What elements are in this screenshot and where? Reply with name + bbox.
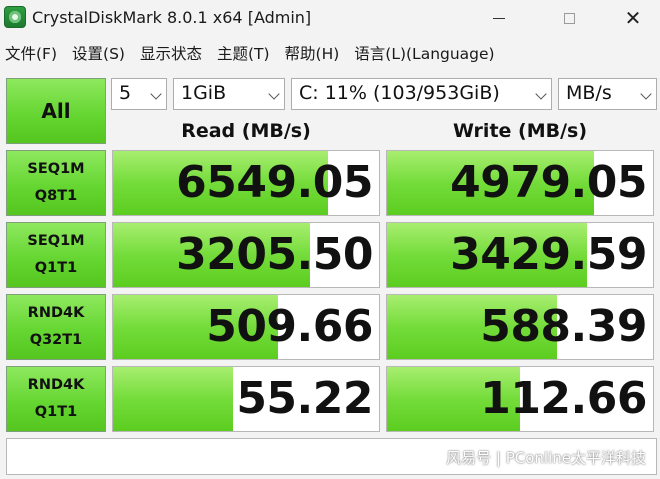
write-result-cell: 4979.05: [386, 150, 654, 216]
chevron-down-icon: [268, 88, 280, 100]
test-params: Q1T1: [34, 260, 78, 276]
write-value: 588.39: [480, 301, 647, 352]
test-name: SEQ1M: [27, 233, 85, 249]
test-count-select[interactable]: 5: [111, 78, 167, 110]
read-header: Read (MB/s): [181, 120, 311, 142]
minimize-icon: [493, 17, 505, 19]
test-count-value: 5: [119, 82, 132, 104]
minimize-button[interactable]: [476, 0, 522, 36]
menu-language[interactable]: 语言(L)(Language): [349, 37, 504, 67]
menu-bar: 文件(F) 设置(S) 显示状态 主题(T) 帮助(H) 语言(L)(Langu…: [0, 37, 660, 67]
test-size-value: 1GiB: [181, 82, 227, 104]
write-value: 4979.05: [450, 157, 647, 208]
read-result-cell: 55.22: [112, 366, 380, 432]
crystaldiskmark-icon: [4, 6, 26, 28]
read-result-cell: 6549.05: [112, 150, 380, 216]
test-params: Q1T1: [34, 404, 78, 420]
drive-select[interactable]: C: 11% (103/953GiB): [291, 78, 552, 110]
chevron-down-icon: [640, 88, 652, 100]
read-result-cell: 509.66: [112, 294, 380, 360]
read-value: 6549.05: [176, 157, 373, 208]
chevron-down-icon: [535, 88, 547, 100]
close-button[interactable]: ✕: [610, 0, 656, 36]
menu-display-status[interactable]: 显示状态: [135, 37, 212, 67]
write-result-cell: 3429.59: [386, 222, 654, 288]
test-size-select[interactable]: 1GiB: [173, 78, 285, 110]
title-bar: CrystalDiskMark 8.0.1 x64 [Admin] ✕: [0, 0, 660, 36]
drive-value: C: 11% (103/953GiB): [299, 82, 500, 104]
all-button[interactable]: All: [6, 78, 106, 144]
write-value: 3429.59: [450, 229, 647, 280]
test-params: Q8T1: [34, 188, 78, 204]
write-value: 112.66: [480, 373, 647, 424]
watermark: 风易号 | PConline太平洋科技: [446, 449, 646, 467]
menu-theme[interactable]: 主题(T): [212, 37, 280, 67]
window-title: CrystalDiskMark 8.0.1 x64 [Admin]: [32, 8, 312, 27]
close-icon: ✕: [624, 6, 642, 30]
test-name: RND4K: [27, 377, 85, 393]
maximize-button[interactable]: [546, 0, 592, 36]
write-result-cell: 588.39: [386, 294, 654, 360]
test-params: Q32T1: [29, 332, 83, 348]
test-button-seq1m-q8t1[interactable]: SEQ1M Q8T1: [6, 150, 106, 216]
maximize-icon: [563, 12, 575, 24]
read-value: 55.22: [236, 373, 373, 424]
write-header: Write (MB/s): [452, 120, 588, 142]
menu-file[interactable]: 文件(F): [0, 37, 67, 67]
test-button-rnd4k-q1t1[interactable]: RND4K Q1T1: [6, 366, 106, 432]
test-name: RND4K: [27, 305, 85, 321]
read-value: 3205.50: [176, 229, 373, 280]
chevron-down-icon: [150, 88, 162, 100]
unit-value: MB/s: [566, 82, 612, 104]
read-progress-bar: [113, 367, 233, 431]
test-name: SEQ1M: [27, 161, 85, 177]
read-value: 509.66: [206, 301, 373, 352]
test-button-rnd4k-q32t1[interactable]: RND4K Q32T1: [6, 294, 106, 360]
write-result-cell: 112.66: [386, 366, 654, 432]
read-result-cell: 3205.50: [112, 222, 380, 288]
menu-help[interactable]: 帮助(H): [280, 37, 350, 67]
unit-select[interactable]: MB/s: [558, 78, 657, 110]
menu-settings[interactable]: 设置(S): [67, 37, 135, 67]
test-button-seq1m-q1t1[interactable]: SEQ1M Q1T1: [6, 222, 106, 288]
comment-field[interactable]: 风易号 | PConline太平洋科技: [6, 438, 657, 475]
